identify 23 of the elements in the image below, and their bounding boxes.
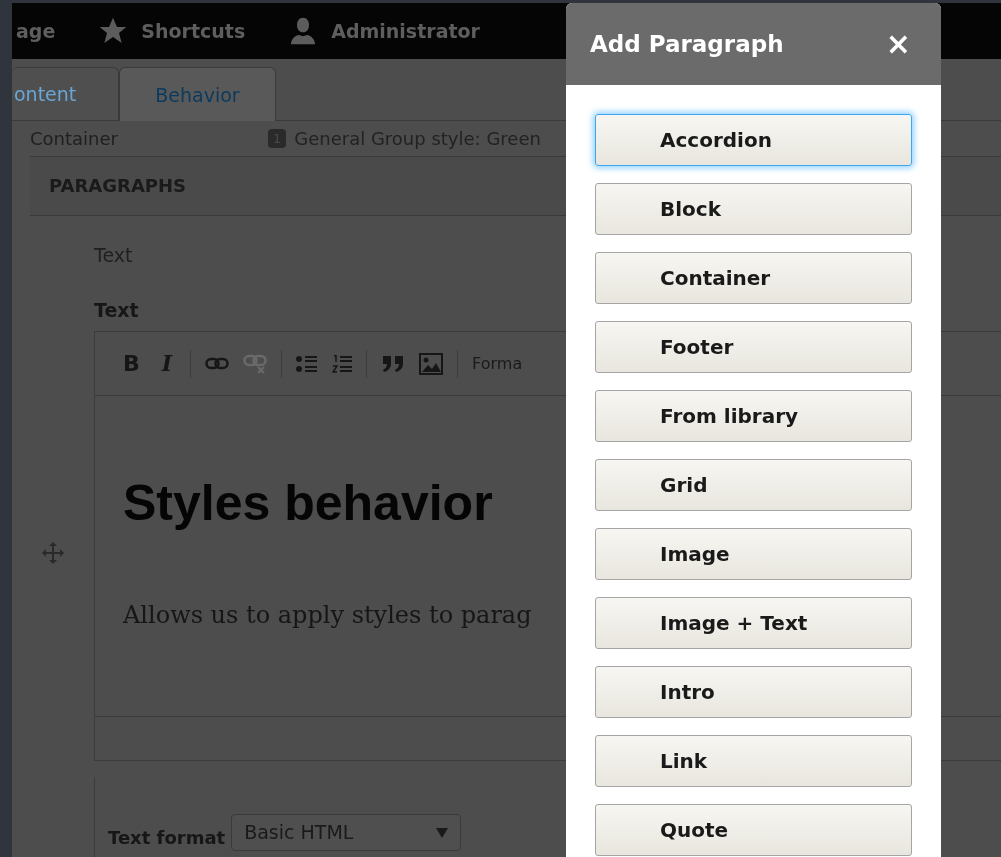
paragraph-type-option[interactable]: Image (595, 528, 912, 580)
paragraph-type-option[interactable]: Grid (595, 459, 912, 511)
paragraph-type-option[interactable]: Link (595, 735, 912, 787)
caret-icon (436, 827, 449, 838)
paragraph-type-option[interactable]: Footer (595, 321, 912, 373)
text-format-label: Text format (108, 826, 226, 850)
paragraph-type-option[interactable]: Intro (595, 666, 912, 718)
paragraph-type-option[interactable]: Container (595, 252, 912, 304)
move-icon[interactable] (41, 541, 65, 565)
paragraph-type-option[interactable]: Quote (595, 804, 912, 856)
paragraph-type-option[interactable]: Accordion (595, 114, 912, 166)
content-heading: Styles behavior (123, 474, 493, 533)
close-button[interactable]: × (885, 29, 911, 59)
quote-icon[interactable] (381, 354, 406, 373)
bulleted-list-icon[interactable] (296, 354, 319, 373)
numbered-list-icon[interactable] (332, 354, 353, 373)
link-icon[interactable] (205, 356, 230, 371)
dialog-title: Add Paragraph (590, 29, 784, 59)
paragraph-type-option[interactable]: Block (595, 183, 912, 235)
image-icon[interactable] (419, 352, 444, 375)
paragraph-type-option[interactable]: Image + Text (595, 597, 912, 649)
paragraph-type-option[interactable]: From library (595, 390, 912, 442)
field-label: Text (94, 297, 140, 323)
